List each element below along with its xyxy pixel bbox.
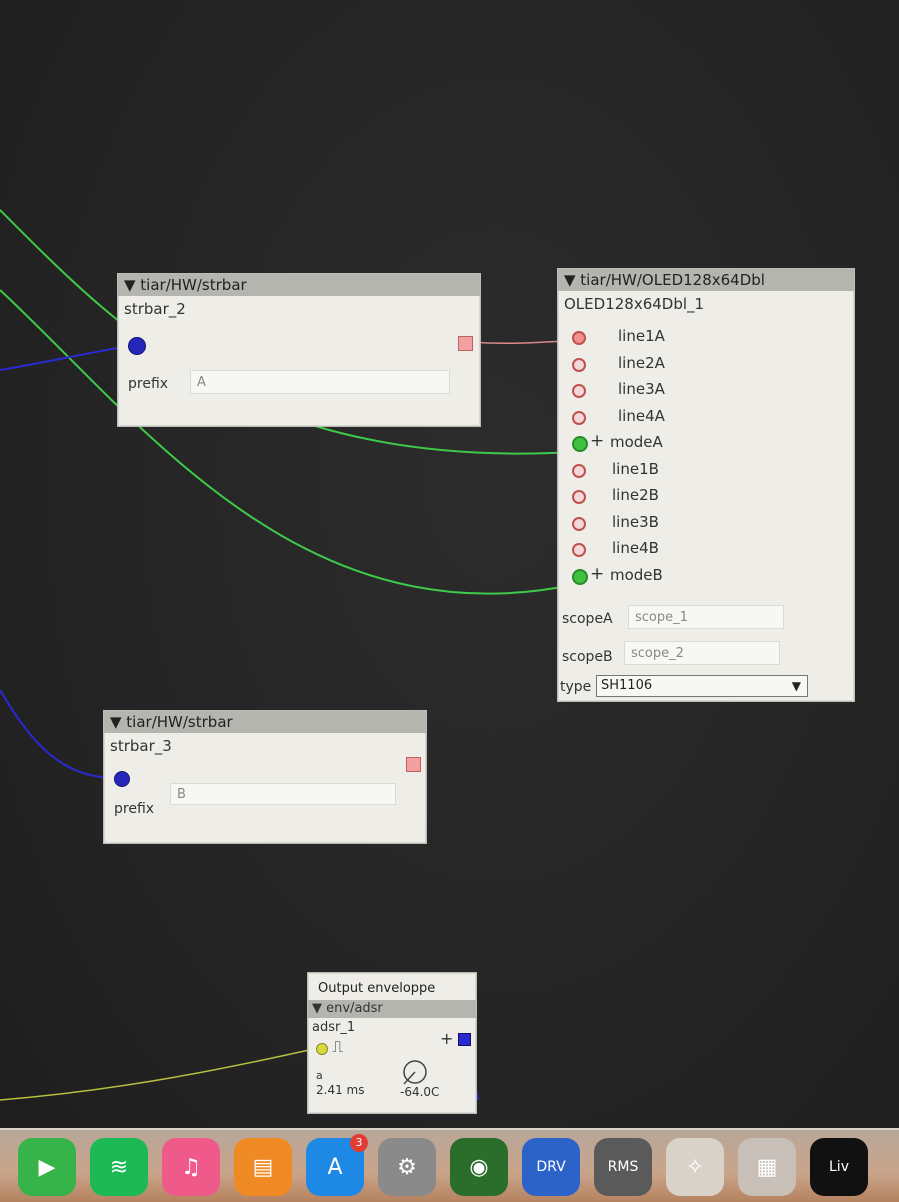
inlet-row-line4B[interactable]: line4B	[558, 537, 854, 563]
inlet-row-line3B[interactable]: line3B	[558, 511, 854, 537]
chevron-down-icon[interactable]: ▼	[792, 676, 801, 696]
inlet-label: line2A	[618, 353, 665, 372]
inlet-label: line4B	[612, 539, 659, 557]
inlet-row-line4A[interactable]: line4A	[558, 405, 854, 431]
scopeA-field[interactable]: scope_1	[628, 605, 784, 629]
inlet-pin[interactable]	[572, 384, 586, 398]
inlet-label: line2B	[612, 486, 659, 504]
prefix-field[interactable]: A	[190, 370, 450, 394]
oled-inlet-list: line1A line2A line3A line4A + modeA line1B line…	[558, 325, 854, 615]
inlet-row-line3A[interactable]: line3A	[558, 378, 854, 404]
notification-badge: 3	[350, 1134, 368, 1152]
param-value[interactable]: 2.41 ms	[316, 1083, 364, 1097]
type-select[interactable]: SH1106 ▼	[596, 675, 808, 697]
scopeB-field[interactable]: scope_2	[624, 641, 780, 665]
prefix-label: prefix	[114, 801, 155, 817]
strbar-object-b[interactable]: ▼ tiar/HW/strbar strbar_3 prefix B	[103, 710, 427, 844]
instance-name[interactable]: strbar_3	[104, 733, 426, 759]
strbar-inlet[interactable]	[114, 771, 130, 787]
inlet-row-modeA[interactable]: + modeA	[558, 431, 854, 457]
inlet-label: line1B	[612, 459, 659, 478]
itunes-icon[interactable]: ♫	[162, 1138, 220, 1196]
gate-icon: ⎍	[332, 1037, 344, 1056]
type-select-value: SH1106	[601, 678, 653, 693]
strbar-outlet[interactable]	[406, 757, 421, 772]
inlet-plus: +	[590, 431, 605, 451]
type-label: type	[560, 679, 592, 695]
system-preferences-icon[interactable]: ⚙	[378, 1138, 436, 1196]
strbar-outlet[interactable]	[458, 336, 473, 351]
param-label: a	[316, 1069, 323, 1082]
inlet-pin[interactable]	[572, 568, 588, 585]
inlet-plus: +	[590, 563, 605, 584]
inlet-row-line1B[interactable]: line1B	[558, 458, 854, 484]
inlet-label: line1A	[618, 327, 665, 345]
bug-app-icon[interactable]: ✧	[666, 1138, 724, 1196]
inlet-row-line1A[interactable]: line1A	[558, 325, 854, 351]
adsr-object[interactable]: Output enveloppe ▼ env/adsr adsr_1 ⎍ + a…	[307, 972, 477, 1114]
gate-inlet[interactable]	[316, 1043, 328, 1055]
drv-icon[interactable]: DRV	[522, 1138, 580, 1196]
scopeA-label: scopeA	[562, 611, 613, 627]
inlet-label: modeB	[610, 565, 663, 584]
inlet-label: line3A	[618, 380, 665, 398]
strbar-object-a[interactable]: ▼ tiar/HW/strbar strbar_2 prefix A	[117, 273, 481, 427]
rms-icon[interactable]: RMS	[594, 1138, 652, 1196]
instance-name[interactable]: OLED128x64Dbl_1	[558, 291, 854, 317]
inlet-pin[interactable]	[572, 410, 586, 425]
object-header[interactable]: ▼ tiar/HW/strbar	[118, 274, 480, 296]
spotify-icon[interactable]: ≋	[90, 1138, 148, 1196]
object-header[interactable]: ▼ tiar/HW/OLED128x64Dbl	[558, 269, 854, 291]
knob-icon[interactable]	[400, 1057, 430, 1087]
outlet-plus: +	[440, 1029, 454, 1048]
object-header[interactable]: ▼ env/adsr	[308, 1000, 476, 1018]
oled-object[interactable]: ▼ tiar/HW/OLED128x64Dbl OLED128x64Dbl_1 …	[557, 268, 855, 702]
inlet-label: modeA	[610, 433, 663, 451]
inlet-pin[interactable]	[572, 490, 586, 504]
traktor-icon[interactable]: ◉	[450, 1138, 508, 1196]
inlet-pin[interactable]	[572, 357, 586, 372]
books-icon[interactable]: ▤	[234, 1138, 292, 1196]
inlet-row-line2A[interactable]: line2A	[558, 352, 854, 378]
dock: ▶ ≋ ♫ ▤ A 3 ⚙ ◉ DRV RMS ✧ ▦ Liv	[0, 1128, 899, 1202]
app-store-icon[interactable]: A3	[306, 1134, 368, 1196]
object-title[interactable]: Output enveloppe	[308, 973, 476, 1000]
inlet-pin[interactable]	[572, 436, 588, 452]
live-icon[interactable]: Liv	[810, 1138, 868, 1196]
prefix-label: prefix	[128, 376, 169, 392]
object-header[interactable]: ▼ tiar/HW/strbar	[104, 711, 426, 733]
inlet-pin[interactable]	[572, 463, 586, 478]
strbar-inlet[interactable]	[128, 337, 146, 355]
inlet-row-line2B[interactable]: line2B	[558, 484, 854, 510]
instance-name[interactable]: strbar_2	[118, 296, 480, 322]
inlet-row-modeB[interactable]: + modeB	[558, 564, 854, 590]
prefix-field[interactable]: B	[170, 783, 396, 805]
knob-value: -64.0C	[400, 1085, 440, 1099]
scopeB-label: scopeB	[562, 649, 613, 665]
inlet-label: line3B	[612, 512, 659, 531]
inlet-pin[interactable]	[572, 516, 586, 531]
facetime-icon[interactable]: ▶	[18, 1138, 76, 1196]
panel-app-icon[interactable]: ▦	[738, 1138, 796, 1196]
inlet-pin[interactable]	[572, 331, 586, 345]
envelope-outlet[interactable]	[458, 1033, 471, 1046]
inlet-pin[interactable]	[572, 543, 586, 557]
inlet-label: line4A	[618, 406, 665, 425]
